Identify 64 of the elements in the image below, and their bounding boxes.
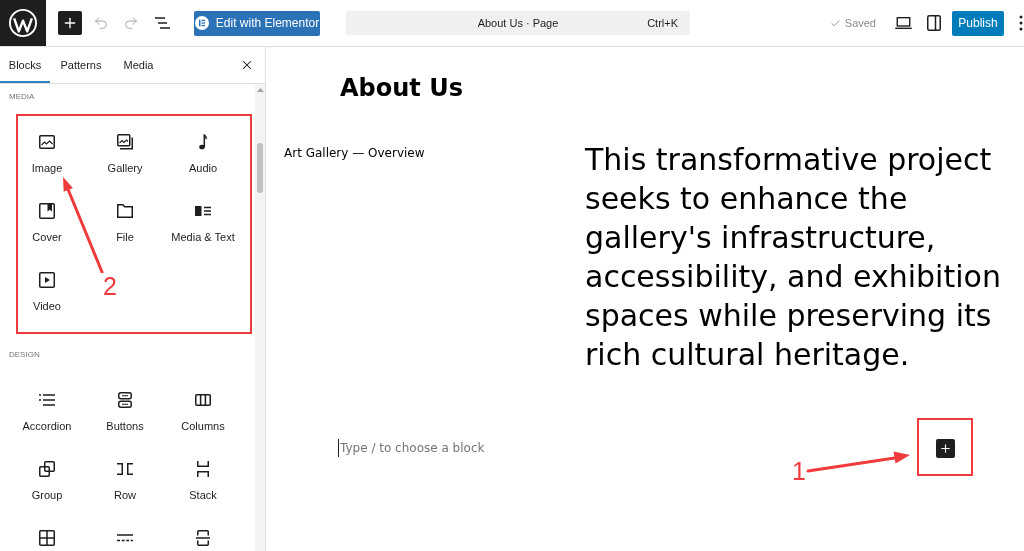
publish-button[interactable]: Publish [952, 10, 1004, 36]
inserter-tab[interactable]: Media [112, 47, 165, 83]
cover-icon [39, 203, 55, 219]
elementor-icon [194, 16, 209, 30]
paragraph-text: Art Gallery — Overview [284, 145, 425, 161]
block-input-field[interactable]: Type / to choose a block [338, 439, 638, 457]
plus-icon [939, 441, 952, 455]
category-heading: MEDIA [8, 92, 36, 102]
stack-icon [197, 461, 209, 477]
group-icon [39, 461, 55, 477]
add-block-button[interactable] [58, 11, 82, 35]
inserter-tab[interactable]: Patterns [50, 47, 112, 83]
music-note-icon [199, 134, 207, 150]
block-item-button[interactable]: File [86, 191, 164, 260]
more-options-button[interactable] [1019, 15, 1024, 31]
block-item-button[interactable]: Cover [8, 191, 86, 260]
block-item-button[interactable]: Columns [164, 380, 242, 449]
media-text-icon [195, 206, 211, 216]
document-title: About Us · Page [477, 15, 559, 31]
redo-icon [123, 15, 139, 31]
list-view-icon [154, 17, 170, 29]
list-icon [39, 394, 55, 406]
block-item-button[interactable]: Row [86, 449, 164, 518]
elementor-button[interactable]: Edit with Elementor [194, 10, 320, 36]
plus-icon [62, 15, 78, 31]
block-item-button[interactable]: Audio [164, 122, 242, 191]
block-item-button[interactable]: Media & Text [164, 191, 242, 260]
gallery-icon [117, 134, 133, 150]
folder-icon [117, 204, 133, 218]
block-item-button[interactable]: Gallery [86, 122, 164, 191]
annotation-number: 2 [103, 274, 117, 299]
keyboard-shortcut: Ctrl+K [647, 15, 678, 31]
sidebar-icon [927, 15, 941, 31]
add-block-button[interactable] [936, 438, 955, 458]
command-bar[interactable]: About Us · Page Ctrl+K [346, 11, 690, 35]
block-item-button[interactable]: Group [8, 449, 86, 518]
save-status: Saved [844, 15, 876, 31]
table-icon [39, 530, 55, 546]
row-icon [117, 463, 133, 475]
block-item-button[interactable]: Accordion [8, 380, 86, 449]
more-options-icon [1019, 15, 1023, 31]
video-icon [39, 272, 55, 288]
intro-text: This transformative project seeks to enhance the gallery's infrastructure, accessibility, and exhibition spaces while preserving its rich cultural heritage. [585, 141, 1002, 374]
image-icon [39, 135, 55, 149]
block-item-button[interactable]: Video [8, 260, 86, 329]
inserter-tab[interactable]: Blocks [0, 47, 50, 83]
block-item-button[interactable]: Buttons [86, 380, 164, 449]
split-icon [196, 530, 210, 546]
annotation-number: 1 [792, 459, 806, 484]
scrollbar-thumb[interactable] [257, 143, 263, 193]
dashed-lines-icon [117, 534, 133, 542]
columns-icon [195, 394, 211, 406]
laptop-icon [894, 17, 912, 29]
page-title: About Us [340, 73, 463, 103]
check-icon [829, 17, 841, 29]
category-heading: DESIGN [8, 350, 41, 360]
logo-button[interactable] [0, 0, 46, 46]
block-item-button[interactable]: Stack [164, 449, 242, 518]
block-item-button[interactable]: Image [8, 122, 86, 191]
logo-icon [9, 9, 37, 37]
undo-icon [93, 15, 109, 31]
close-icon [240, 58, 254, 72]
buttons-icon [118, 392, 132, 408]
annotation-box [917, 418, 973, 476]
